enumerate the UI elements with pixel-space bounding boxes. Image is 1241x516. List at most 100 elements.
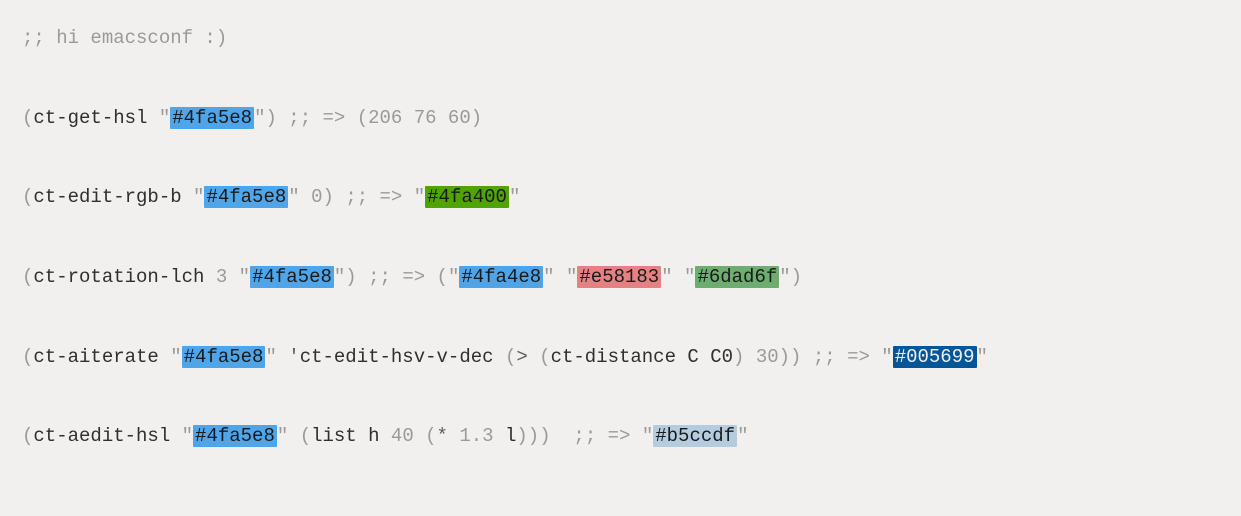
- string-quote: ": [543, 266, 554, 288]
- string-quote: ": [566, 266, 577, 288]
- number-literal: 3: [216, 266, 227, 288]
- string-quote: ": [334, 266, 345, 288]
- number-literal: 0: [311, 186, 322, 208]
- paren-open: (: [22, 346, 33, 368]
- code-line-1: ;; hi emacsconf :): [22, 26, 1219, 51]
- number-literal: 30: [756, 346, 779, 368]
- paren-close: ): [265, 107, 276, 129]
- code-line-2: (ct-get-hsl "#4fa5e8") ;; => (206 76 60): [22, 106, 1219, 131]
- space: [277, 107, 288, 129]
- color-swatch: #005699: [893, 346, 977, 368]
- comment: ;; =>: [573, 425, 641, 447]
- space: [448, 425, 459, 447]
- paren-close: )): [779, 346, 802, 368]
- space: [300, 186, 311, 208]
- color-swatch: #4fa5e8: [204, 186, 288, 208]
- space: [699, 346, 710, 368]
- string-quote: ": [414, 186, 425, 208]
- variable: l: [505, 425, 516, 447]
- space: [551, 425, 574, 447]
- space: [334, 186, 345, 208]
- color-swatch: #4fa5e8: [182, 346, 266, 368]
- color-swatch: #4fa4e8: [459, 266, 543, 288]
- paren-open: (: [22, 425, 33, 447]
- string-quote: ": [170, 346, 181, 368]
- paren-close: ): [345, 266, 356, 288]
- string-quote: ": [288, 186, 299, 208]
- quote-tick: ': [288, 346, 299, 368]
- string-quote: ": [509, 186, 520, 208]
- string-quote: ": [277, 425, 288, 447]
- function-name: ct-rotation-lch: [33, 266, 204, 288]
- code-line-6: (ct-aedit-hsl "#4fa5e8" (list h 40 (* 1.…: [22, 424, 1219, 449]
- paren-open: (: [425, 425, 436, 447]
- space: [380, 425, 391, 447]
- space: [204, 266, 215, 288]
- comment: ;; hi emacsconf :): [22, 27, 227, 49]
- string-quote: ": [193, 186, 204, 208]
- string-quote: ": [182, 425, 193, 447]
- space: [288, 425, 299, 447]
- string-quote: ": [881, 346, 892, 368]
- comment: ;; =>: [345, 186, 413, 208]
- number-literal: 40: [391, 425, 414, 447]
- variable: h: [368, 425, 379, 447]
- variable: C0: [710, 346, 733, 368]
- string-quote: ": [265, 346, 276, 368]
- string-quote: ": [737, 425, 748, 447]
- string-quote: ": [254, 107, 265, 129]
- paren-open: (: [539, 346, 550, 368]
- color-swatch: #e58183: [577, 266, 661, 288]
- operator: >: [516, 346, 527, 368]
- function-name: ct-aedit-hsl: [33, 425, 170, 447]
- space: [357, 425, 368, 447]
- comment: ): [791, 266, 802, 288]
- paren-open: (: [505, 346, 516, 368]
- string-quote: ": [779, 266, 790, 288]
- space: [555, 266, 566, 288]
- string-quote: ": [661, 266, 672, 288]
- code-block: ;; hi emacsconf :) (ct-get-hsl "#4fa5e8"…: [0, 0, 1241, 475]
- code-line-4: (ct-rotation-lch 3 "#4fa5e8") ;; => ("#4…: [22, 265, 1219, 290]
- space: [494, 425, 505, 447]
- color-swatch: #4fa400: [425, 186, 509, 208]
- function-name: ct-get-hsl: [33, 107, 147, 129]
- number-literal: 1.3: [459, 425, 493, 447]
- string-quote: ": [239, 266, 250, 288]
- color-swatch: #4fa5e8: [193, 425, 277, 447]
- code-line-5: (ct-aiterate "#4fa5e8" 'ct-edit-hsv-v-de…: [22, 345, 1219, 370]
- symbol: ct-edit-hsv-v-dec: [300, 346, 494, 368]
- comment: ;; =>: [813, 346, 881, 368]
- space: [147, 107, 158, 129]
- space: [528, 346, 539, 368]
- color-swatch: #4fa5e8: [250, 266, 334, 288]
- color-swatch: #6dad6f: [695, 266, 779, 288]
- space: [494, 346, 505, 368]
- space: [676, 346, 687, 368]
- space: [673, 266, 684, 288]
- space: [414, 425, 425, 447]
- space: [170, 425, 181, 447]
- string-quote: ": [448, 266, 459, 288]
- space: [182, 186, 193, 208]
- code-line-3: (ct-edit-rgb-b "#4fa5e8" 0) ;; => "#4fa4…: [22, 185, 1219, 210]
- comment: ;; => (206 76 60): [288, 107, 482, 129]
- string-quote: ": [977, 346, 988, 368]
- color-swatch: #b5ccdf: [653, 425, 737, 447]
- paren-close: ): [323, 186, 334, 208]
- color-swatch: #4fa5e8: [170, 107, 254, 129]
- paren-close: ): [733, 346, 744, 368]
- string-quote: ": [159, 107, 170, 129]
- function-name: ct-aiterate: [33, 346, 158, 368]
- space: [227, 266, 238, 288]
- space: [744, 346, 755, 368]
- space: [357, 266, 368, 288]
- operator: *: [437, 425, 448, 447]
- paren-close: ))): [516, 425, 550, 447]
- function-name: ct-edit-rgb-b: [33, 186, 181, 208]
- string-quote: ": [684, 266, 695, 288]
- variable: C: [687, 346, 698, 368]
- string-quote: ": [642, 425, 653, 447]
- paren-open: (: [300, 425, 311, 447]
- function-name: list: [311, 425, 357, 447]
